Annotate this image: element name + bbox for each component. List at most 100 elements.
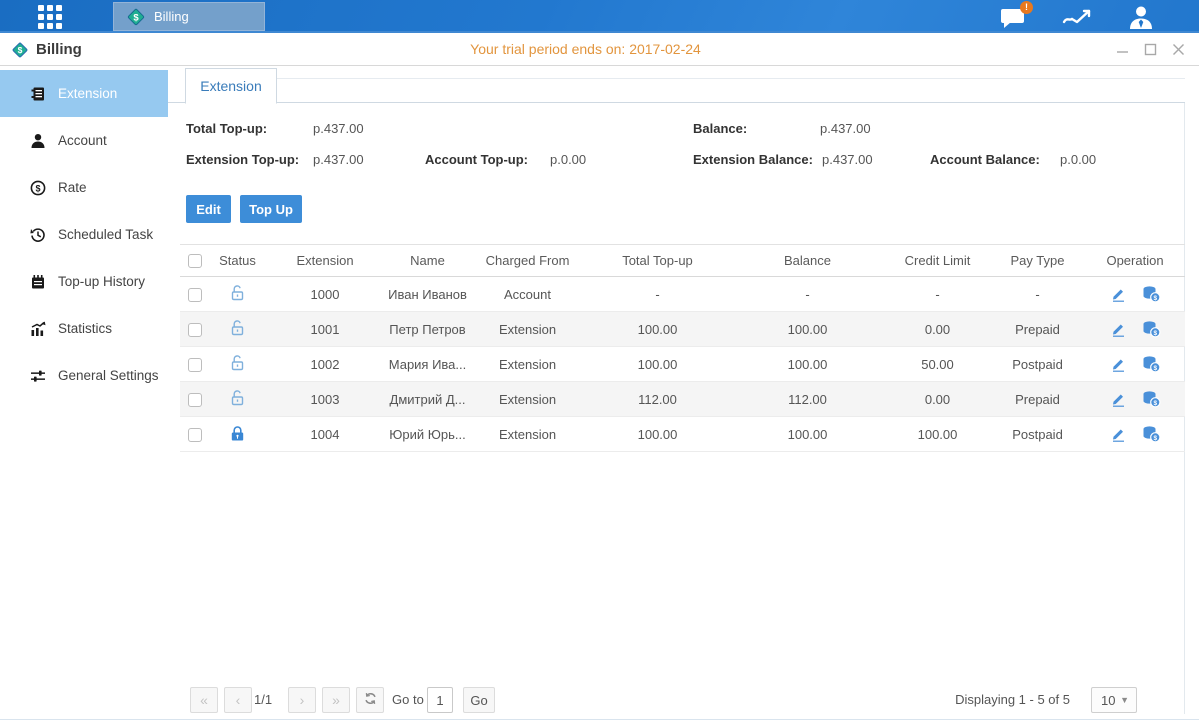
refresh-button[interactable] (356, 687, 384, 713)
cell-pay-type: Postpaid (990, 427, 1085, 442)
sidebar-item-label: Top-up History (58, 274, 145, 289)
tab-label: Extension (200, 78, 261, 94)
topup-coins-icon[interactable]: $ (1142, 320, 1161, 338)
chevron-down-icon: ▼ (1120, 695, 1129, 705)
last-page-button[interactable]: » (322, 687, 350, 713)
sidebar-item-statistics[interactable]: Statistics (0, 305, 168, 352)
goto-page-input[interactable] (427, 687, 453, 713)
goto-label: Go to (392, 692, 424, 707)
minimize-icon[interactable] (1113, 42, 1131, 58)
sidebar-item-scheduled-task[interactable]: Scheduled Task (0, 211, 168, 258)
account-icon (30, 133, 46, 149)
cell-balance: 100.00 (730, 427, 885, 442)
extension-table: Status Extension Name Charged From Total… (180, 244, 1185, 452)
chart-icon (1062, 6, 1092, 28)
account-topup-value: p.0.00 (550, 152, 586, 170)
sidebar-item-extension[interactable]: Extension (0, 70, 168, 117)
svg-text:$: $ (1153, 365, 1157, 372)
tab-strip: Extension (168, 66, 1185, 103)
table-header-row: Status Extension Name Charged From Total… (180, 244, 1185, 277)
lock-open-icon[interactable] (229, 389, 246, 407)
cell-name: Петр Петров (385, 322, 470, 337)
col-extension: Extension (265, 253, 385, 268)
taskbar-tab-billing[interactable]: $ Billing (113, 2, 265, 31)
window-titlebar: $ Billing Your trial period ends on: 201… (0, 33, 1199, 66)
topup-coins-icon[interactable]: $ (1142, 390, 1161, 408)
extension-balance-label: Extension Balance: (693, 152, 813, 170)
scheduled-task-icon (30, 227, 46, 243)
edit-button[interactable]: Edit (186, 195, 231, 223)
cell-pay-type: Prepaid (990, 322, 1085, 337)
displaying-text: Displaying 1 - 5 of 5 (955, 692, 1070, 707)
topup-coins-icon[interactable]: $ (1142, 425, 1161, 443)
col-balance: Balance (730, 253, 885, 268)
lock-open-icon[interactable] (229, 319, 246, 337)
tab-extension[interactable]: Extension (185, 68, 277, 104)
svg-text:$: $ (1153, 400, 1157, 407)
edit-pencil-icon[interactable] (1110, 356, 1127, 373)
edit-pencil-icon[interactable] (1110, 286, 1127, 303)
go-button[interactable]: Go (463, 687, 495, 713)
sidebar-item-label: Statistics (58, 321, 112, 336)
table-row: 1001 Петр Петров Extension 100.00 100.00… (180, 312, 1185, 347)
account-balance-label: Account Balance: (930, 152, 1040, 170)
sidebar-item-topup-history[interactable]: Top-up History (0, 258, 168, 305)
sidebar-item-label: Extension (58, 86, 117, 101)
sidebar-item-label: Rate (58, 180, 87, 195)
taskbar-tab-label: Billing (154, 9, 189, 24)
edit-pencil-icon[interactable] (1110, 321, 1127, 338)
page-size-dropdown[interactable]: 10 ▼ (1091, 687, 1137, 713)
lock-closed-icon[interactable] (229, 424, 246, 442)
general-settings-icon (30, 368, 46, 384)
account-topup-label: Account Top-up: (425, 152, 528, 170)
page-size-value: 10 (1101, 693, 1115, 708)
edit-pencil-icon[interactable] (1110, 426, 1127, 443)
app-grid-icon[interactable] (38, 5, 70, 29)
taskbar: $ Billing ! (0, 0, 1199, 33)
cell-credit-limit: - (885, 287, 990, 302)
col-operation: Operation (1085, 253, 1185, 268)
close-icon[interactable] (1169, 42, 1187, 58)
row-checkbox[interactable] (188, 358, 202, 372)
row-checkbox[interactable] (188, 428, 202, 442)
select-all-checkbox[interactable] (188, 254, 202, 268)
sidebar-item-account[interactable]: Account (0, 117, 168, 164)
notification-badge: ! (1020, 1, 1033, 14)
balance-value: p.437.00 (820, 121, 871, 139)
reports-button[interactable] (1059, 3, 1095, 31)
row-checkbox[interactable] (188, 288, 202, 302)
lock-open-icon[interactable] (229, 354, 246, 372)
user-menu-button[interactable] (1123, 3, 1159, 31)
cell-total-topup: 100.00 (585, 427, 730, 442)
cell-extension: 1001 (265, 322, 385, 337)
row-checkbox[interactable] (188, 393, 202, 407)
balance-label: Balance: (693, 121, 747, 139)
top-up-button[interactable]: Top Up (240, 195, 302, 223)
prev-page-button[interactable]: ‹ (224, 687, 252, 713)
topup-history-icon (30, 274, 46, 290)
first-page-button[interactable]: « (190, 687, 218, 713)
cell-name: Иван Иванов (385, 287, 470, 302)
table-row: 1002 Мария Ива... Extension 100.00 100.0… (180, 347, 1185, 382)
cell-name: Мария Ива... (385, 357, 470, 372)
sidebar-item-general-settings[interactable]: General Settings (0, 352, 168, 399)
extension-topup-label: Extension Top-up: (186, 152, 299, 170)
page-indicator: 1/1 (254, 692, 272, 707)
edit-pencil-icon[interactable] (1110, 391, 1127, 408)
cell-extension: 1000 (265, 287, 385, 302)
cell-extension: 1003 (265, 392, 385, 407)
sidebar-item-rate[interactable]: $ Rate (0, 164, 168, 211)
lock-open-icon[interactable] (229, 284, 246, 302)
topup-coins-icon[interactable]: $ (1142, 355, 1161, 373)
main-content: Extension Total Top-up: p.437.00 Balance… (168, 66, 1199, 720)
row-checkbox[interactable] (188, 323, 202, 337)
topup-coins-icon[interactable]: $ (1142, 285, 1161, 303)
cell-pay-type: Postpaid (990, 357, 1085, 372)
messages-button[interactable]: ! (995, 3, 1031, 31)
cell-balance: - (730, 287, 885, 302)
cell-name: Юрий Юрь... (385, 427, 470, 442)
next-page-button[interactable]: › (288, 687, 316, 713)
col-credit-limit: Credit Limit (885, 253, 990, 268)
statistics-icon (30, 321, 46, 337)
maximize-icon[interactable] (1141, 42, 1159, 58)
